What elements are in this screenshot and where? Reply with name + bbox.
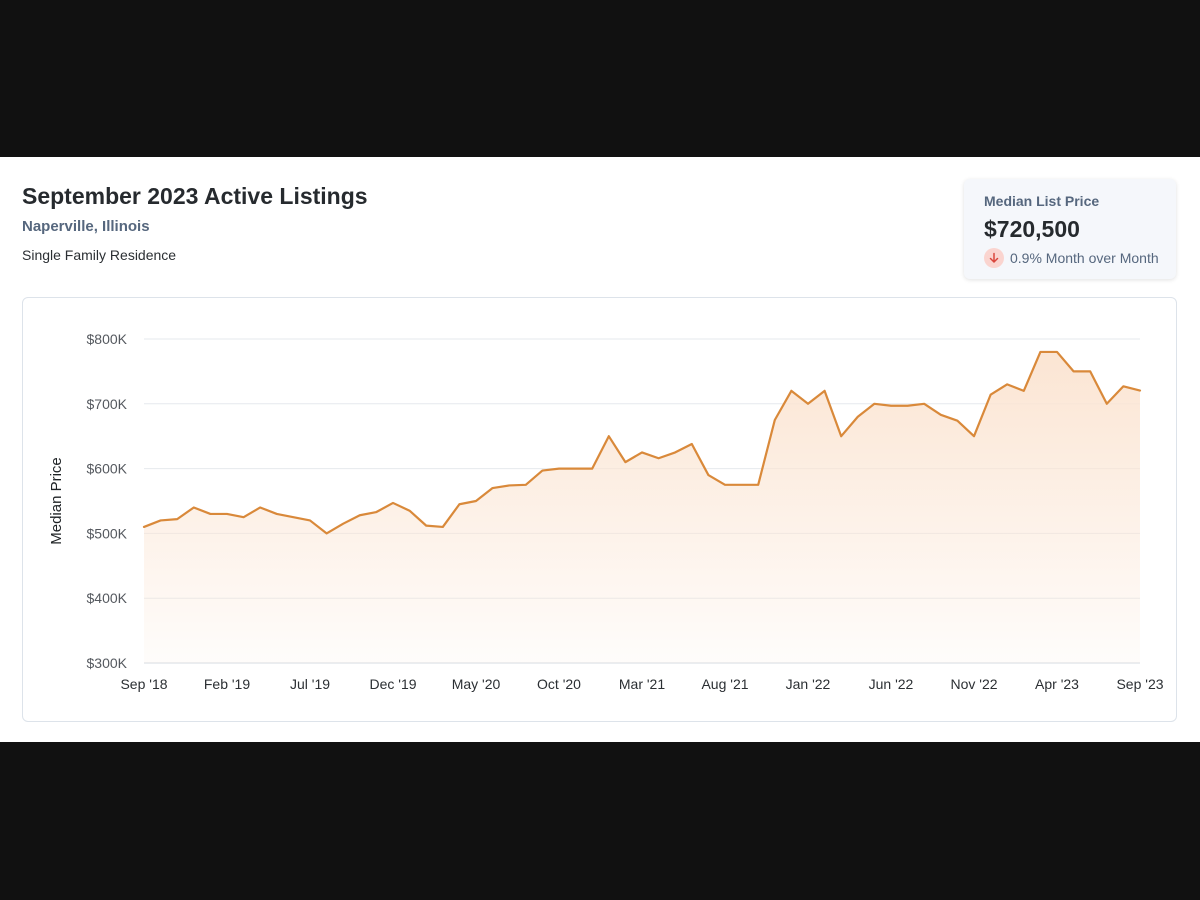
data-point — [1121, 384, 1125, 388]
data-point — [457, 502, 461, 506]
x-tick-label: Mar '21 — [619, 676, 665, 692]
data-point — [308, 518, 312, 522]
data-point — [441, 525, 445, 529]
x-tick-label: Sep '23 — [1116, 676, 1163, 692]
arrow-down-icon — [984, 248, 1004, 268]
price-chart: $300K $400K $500K $600K $700K $800K Sep '18 Feb… — [22, 297, 1177, 722]
stat-change-text: 0.9% Month over Month — [1010, 250, 1159, 266]
data-point — [657, 456, 661, 460]
data-point — [540, 469, 544, 473]
page-title: September 2023 Active Listings — [22, 183, 368, 209]
data-point — [989, 393, 993, 397]
data-point — [673, 450, 677, 454]
data-point — [806, 402, 810, 406]
data-point — [275, 512, 279, 516]
y-tick-label: $500K — [87, 525, 128, 541]
y-tick-label: $400K — [87, 590, 128, 606]
data-point — [208, 512, 212, 516]
data-point — [773, 418, 777, 422]
x-tick-label: Feb '19 — [204, 676, 250, 692]
y-axis-title: Median Price — [48, 457, 65, 545]
data-point — [574, 467, 578, 471]
x-tick-label: Aug '21 — [701, 676, 748, 692]
data-point — [723, 483, 727, 487]
data-point — [839, 434, 843, 438]
x-tick-label: Jun '22 — [869, 676, 914, 692]
data-point — [358, 513, 362, 517]
stat-label: Median List Price — [984, 193, 1100, 209]
median-price-stat-box: Median List Price $720,500 0.9% Month ov… — [964, 179, 1176, 279]
data-point — [906, 404, 910, 408]
data-point — [823, 389, 827, 393]
listings-card: September 2023 Active Listings Napervill… — [0, 157, 1200, 742]
data-point — [607, 434, 611, 438]
x-tick-label: Sep '18 — [120, 676, 167, 692]
data-point — [789, 389, 793, 393]
x-tick-label: Nov '22 — [950, 676, 997, 692]
data-point — [1038, 350, 1042, 354]
data-point — [756, 483, 760, 487]
data-point — [955, 419, 959, 423]
x-tick-label: Apr '23 — [1035, 676, 1079, 692]
data-point — [1138, 389, 1142, 393]
data-point — [872, 402, 876, 406]
data-point — [159, 518, 163, 522]
data-point — [922, 402, 926, 406]
data-point — [491, 486, 495, 490]
data-point — [341, 522, 345, 526]
data-point — [291, 515, 295, 519]
data-point — [856, 415, 860, 419]
data-point — [557, 467, 561, 471]
data-point — [590, 467, 594, 471]
data-point — [889, 404, 893, 408]
data-point — [325, 531, 329, 535]
data-point — [225, 512, 229, 516]
data-point — [939, 413, 943, 417]
stat-change: 0.9% Month over Month — [984, 248, 1159, 268]
data-point — [374, 510, 378, 514]
data-point — [972, 434, 976, 438]
x-tick-label: Jul '19 — [290, 676, 330, 692]
data-point — [1088, 369, 1092, 373]
price-area-fill — [144, 351, 1140, 663]
data-point — [1055, 350, 1059, 354]
data-point — [408, 509, 412, 513]
data-point — [1072, 369, 1076, 373]
data-point — [391, 501, 395, 505]
data-point — [706, 473, 710, 477]
x-tick-label: Jan '22 — [786, 676, 831, 692]
data-point — [1005, 382, 1009, 386]
data-point — [242, 515, 246, 519]
price-chart-svg: $300K $400K $500K $600K $700K $800K Sep '18 Feb… — [48, 331, 1164, 692]
data-point — [424, 524, 428, 528]
data-point — [640, 450, 644, 454]
y-tick-label: $600K — [87, 461, 128, 477]
data-point — [507, 483, 511, 487]
y-tick-label: $800K — [87, 331, 128, 347]
property-type-label: Single Family Residence — [22, 247, 177, 263]
data-point — [740, 483, 744, 487]
x-tick-label: Dec '19 — [369, 676, 416, 692]
data-point — [690, 442, 694, 446]
data-point — [1105, 402, 1109, 406]
x-tick-label: Oct '20 — [537, 676, 581, 692]
location-label: Naperville, Illinois — [22, 218, 150, 235]
x-tick-label: May '20 — [452, 676, 501, 692]
data-point — [524, 483, 528, 487]
data-point — [258, 505, 262, 509]
y-tick-label: $300K — [87, 655, 128, 671]
data-point — [623, 460, 627, 464]
data-point — [142, 525, 146, 529]
y-tick-label: $700K — [87, 396, 128, 412]
data-point — [175, 517, 179, 521]
data-point — [192, 505, 196, 509]
data-point — [1022, 389, 1026, 393]
data-point — [474, 499, 478, 503]
stat-value: $720,500 — [984, 216, 1080, 242]
